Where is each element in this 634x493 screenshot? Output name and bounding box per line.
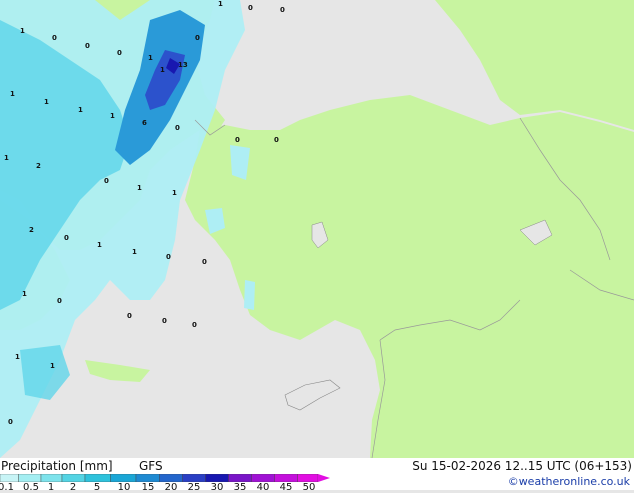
map-value: 0 <box>175 124 180 132</box>
map-value: 0 <box>202 258 207 266</box>
legend-tick: 50 <box>302 482 316 493</box>
map-value: 1 <box>148 54 153 62</box>
legend-swatch <box>251 474 275 482</box>
map-value: 0 <box>166 253 171 261</box>
map-value: 0 <box>104 177 109 185</box>
map-value: 1 <box>132 248 137 256</box>
legend-tick: 1 <box>47 482 55 493</box>
site-credit[interactable]: ©weatheronline.co.uk <box>508 475 630 488</box>
map-value: 0 <box>280 6 285 14</box>
map-value: 1 <box>110 112 115 120</box>
map-value: 0 <box>127 312 132 320</box>
precip-east-patch-2 <box>244 280 255 310</box>
map-value: 13 <box>178 61 188 69</box>
map-value: 6 <box>142 119 147 127</box>
map-value: 1 <box>44 98 49 106</box>
valid-time: Su 15-02-2026 12..15 UTC (06+153) <box>412 459 632 473</box>
legend-swatch <box>274 474 298 482</box>
legend-tick: 45 <box>279 482 293 493</box>
map-value: 1 <box>172 189 177 197</box>
map-value: 0 <box>8 418 13 426</box>
legend-tick: 5 <box>93 482 101 493</box>
legend-tick: 15 <box>141 482 155 493</box>
precipitation-map: 1 0 0 0 0 1 0 0 1 1 1 13 1 6 1 0 1 0 0 1… <box>0 0 634 458</box>
map-value: 0 <box>85 42 90 50</box>
map-value: 0 <box>248 4 253 12</box>
legend-tick: 40 <box>256 482 270 493</box>
map-value: 1 <box>218 0 223 8</box>
map-value: 1 <box>137 184 142 192</box>
legend-swatch <box>159 474 183 482</box>
map-value: 1 <box>78 106 83 114</box>
map-value: 1 <box>160 66 165 74</box>
legend-tick: 20 <box>164 482 178 493</box>
map-value: 1 <box>97 241 102 249</box>
map-value: 0 <box>195 34 200 42</box>
legend-tick: 10 <box>117 482 131 493</box>
map-value: 1 <box>4 154 9 162</box>
map-footer: Precipitation [mm] GFS Su 15-02-2026 12.… <box>0 458 634 493</box>
map-value: 0 <box>162 317 167 325</box>
color-legend <box>0 474 330 482</box>
map-value: 0 <box>52 34 57 42</box>
map-value: 2 <box>29 226 34 234</box>
legend-swatch <box>61 474 86 482</box>
legend-tick: 0.5 <box>23 482 39 493</box>
legend-swatch <box>0 474 19 482</box>
map-value: 1 <box>15 353 20 361</box>
map-value: 2 <box>36 162 41 170</box>
legend-swatch <box>110 474 137 482</box>
legend-swatch <box>182 474 206 482</box>
map-value: 0 <box>274 136 279 144</box>
map-value: 1 <box>50 362 55 370</box>
legend-swatch <box>228 474 252 482</box>
legend-tick: 25 <box>187 482 201 493</box>
map-value: 1 <box>22 290 27 298</box>
map-value: 0 <box>117 49 122 57</box>
map-value: 0 <box>64 234 69 242</box>
legend-swatch <box>135 474 160 482</box>
legend-swatch <box>18 474 42 482</box>
legend-tick: 0.1 <box>0 482 14 493</box>
legend-swatch <box>297 474 319 482</box>
map-title: Precipitation [mm] <box>1 459 113 473</box>
model-name: GFS <box>139 459 163 473</box>
map-value: 1 <box>10 90 15 98</box>
legend-tick: 35 <box>233 482 247 493</box>
map-value: 0 <box>57 297 62 305</box>
legend-arrow <box>318 474 330 482</box>
legend-swatch <box>84 474 111 482</box>
map-value: 0 <box>235 136 240 144</box>
map-value: 1 <box>20 27 25 35</box>
map-value: 0 <box>192 321 197 329</box>
legend-swatch <box>205 474 229 482</box>
legend-tick: 30 <box>210 482 224 493</box>
legend-tick: 2 <box>69 482 77 493</box>
legend-swatch <box>40 474 63 482</box>
